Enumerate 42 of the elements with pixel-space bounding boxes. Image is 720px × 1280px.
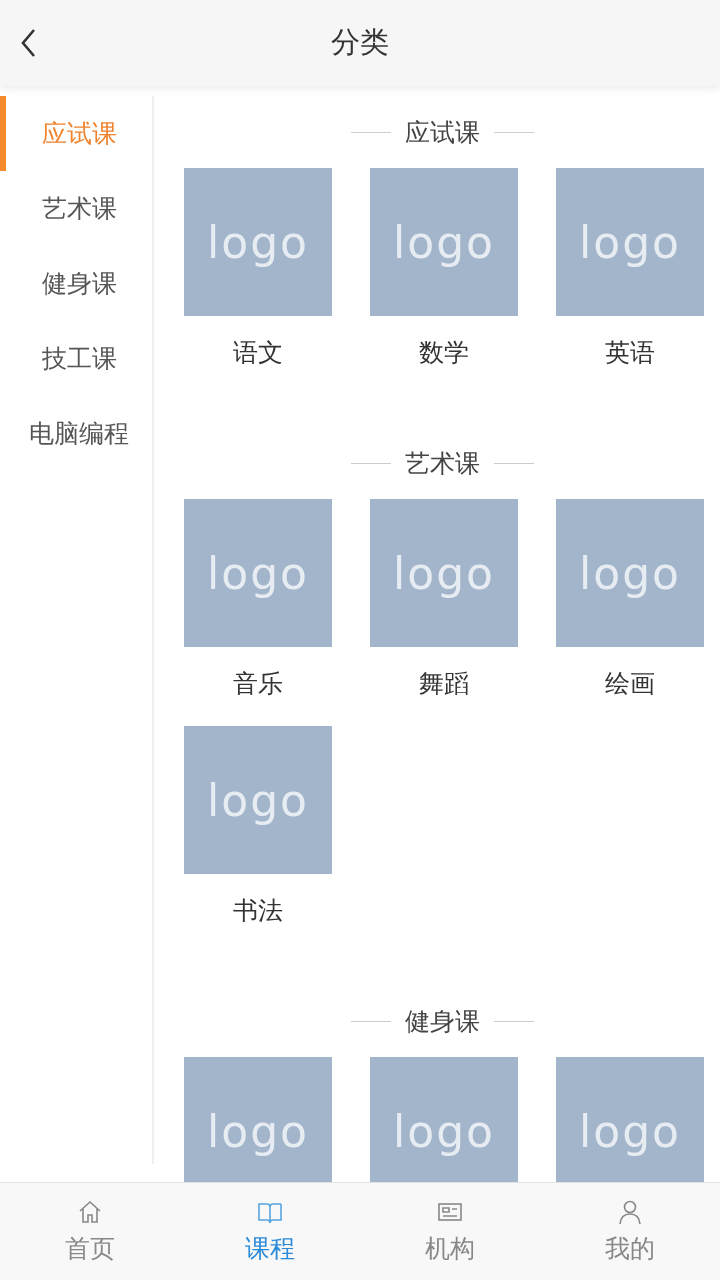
logo-text: logo xyxy=(207,1105,309,1157)
back-icon[interactable] xyxy=(20,28,36,58)
logo-placeholder[interactable]: logo xyxy=(184,1057,332,1182)
logo-text: logo xyxy=(393,216,495,268)
logo-text: logo xyxy=(207,774,309,826)
sidebar-item[interactable]: 健身课 xyxy=(0,246,152,321)
course-label[interactable]: 语文 xyxy=(233,336,283,381)
tab-bar-item[interactable]: 机构 xyxy=(360,1183,540,1280)
logo-text: logo xyxy=(207,216,309,268)
section-title: 艺术课 xyxy=(404,447,480,480)
logo-text: logo xyxy=(393,1105,495,1157)
logo-text: logo xyxy=(579,216,681,268)
logo-placeholder[interactable]: logo xyxy=(370,1057,518,1182)
logo-placeholder[interactable]: logo xyxy=(370,499,518,647)
sidebar-item[interactable]: 技工课 xyxy=(0,321,152,396)
course-label[interactable]: 音乐 xyxy=(233,667,283,712)
course-label[interactable]: 数学 xyxy=(419,336,469,381)
tab-bar-item[interactable]: 我的 xyxy=(540,1183,720,1280)
course-label[interactable]: 绘画 xyxy=(605,667,655,712)
course-label[interactable]: 书法 xyxy=(233,894,283,939)
sidebar-item[interactable]: 艺术课 xyxy=(0,171,152,246)
course-label[interactable]: 舞蹈 xyxy=(419,667,469,712)
logo-text: logo xyxy=(579,547,681,599)
tab-bar-item[interactable]: 首页 xyxy=(0,1183,180,1280)
user-icon xyxy=(616,1198,644,1226)
logo-placeholder[interactable]: logo xyxy=(370,168,518,316)
section-title: 应试课 xyxy=(404,116,480,149)
logo-placeholder[interactable]: logo xyxy=(556,499,704,647)
course-label[interactable]: 英语 xyxy=(605,336,655,381)
logo-text: logo xyxy=(207,547,309,599)
page-title: 分类 xyxy=(331,24,389,61)
logo-placeholder[interactable]: logo xyxy=(556,1057,704,1182)
logo-placeholder[interactable]: logo xyxy=(184,726,332,874)
sidebar-item[interactable]: 电脑编程 xyxy=(0,396,152,471)
logo-placeholder[interactable]: logo xyxy=(184,499,332,647)
sidebar-item[interactable]: 应试课 xyxy=(0,96,152,171)
logo-placeholder[interactable]: logo xyxy=(556,168,704,316)
logo-text: logo xyxy=(393,547,495,599)
logo-placeholder[interactable]: logo xyxy=(184,168,332,316)
section-title: 健身课 xyxy=(404,1005,480,1038)
tab-bar-item[interactable]: 课程 xyxy=(180,1183,360,1280)
logo-text: logo xyxy=(579,1105,681,1157)
